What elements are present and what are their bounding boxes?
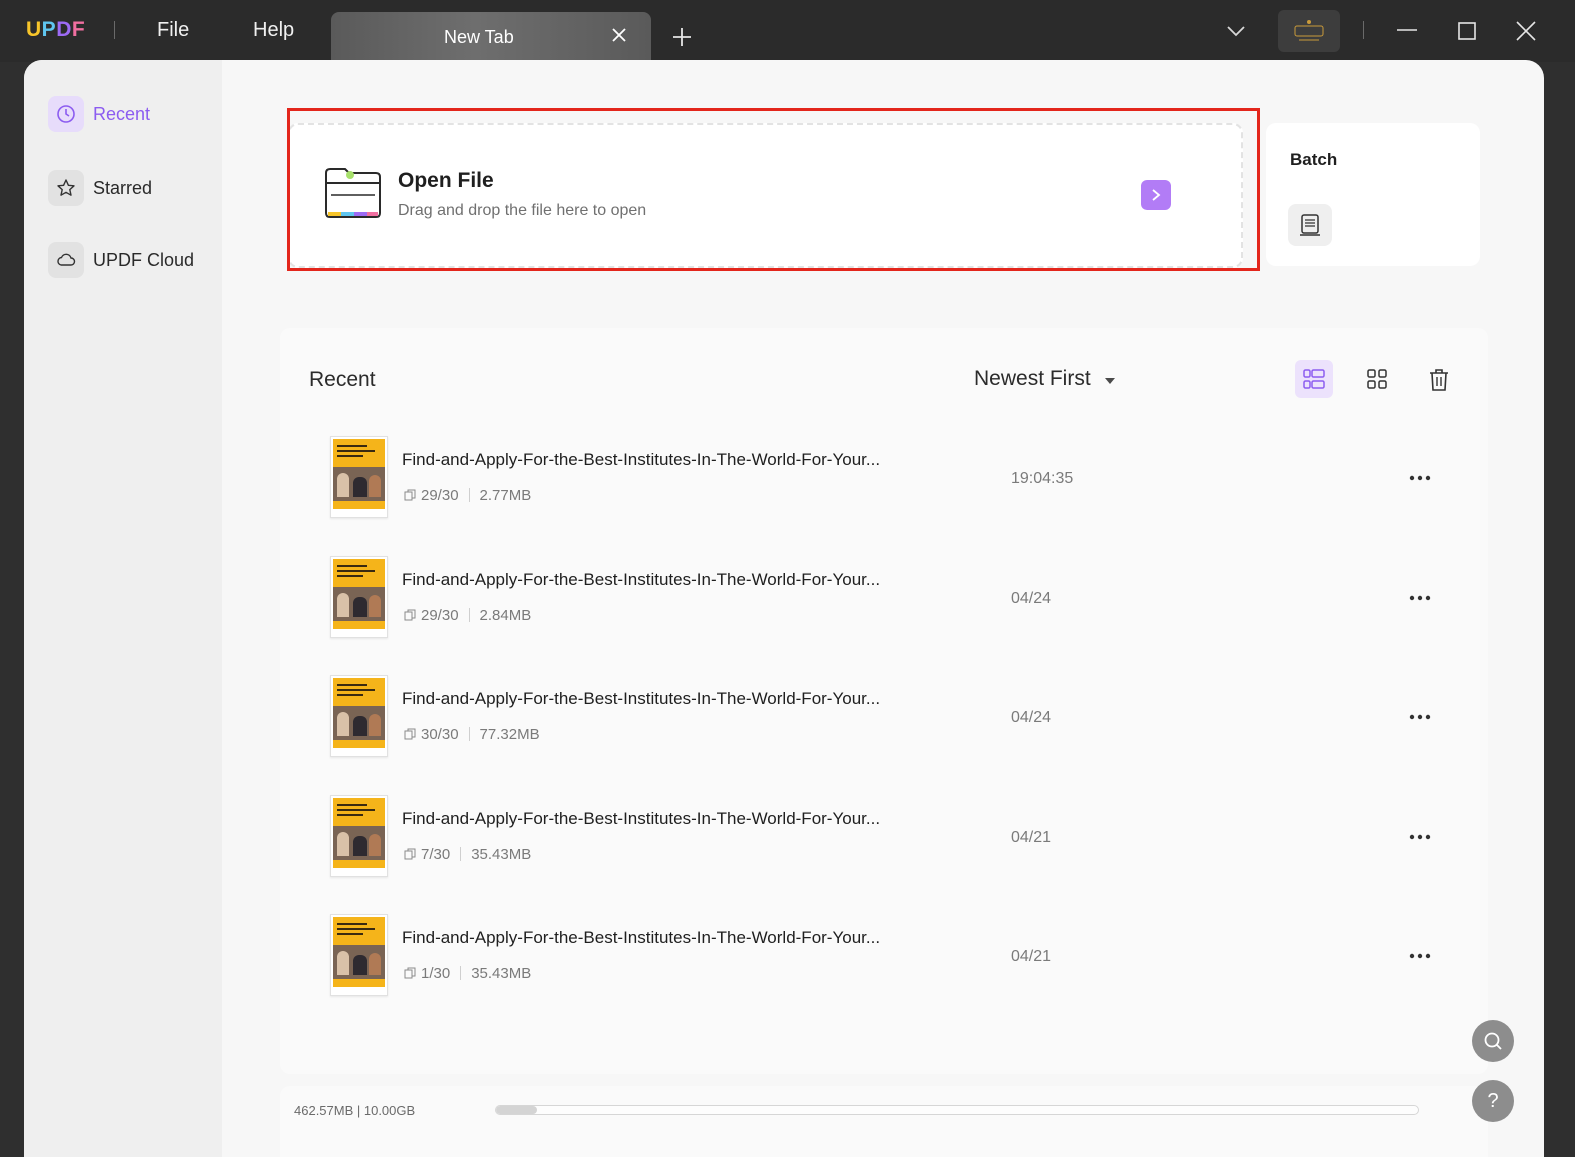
more-options-icon[interactable]: [1408, 713, 1432, 721]
batch-stack-icon: [1300, 214, 1320, 236]
file-size: 2.84MB: [479, 607, 532, 624]
file-name: Find-and-Apply-For-the-Best-Institutes-I…: [402, 928, 881, 947]
file-row[interactable]: Find-and-Apply-For-the-Best-Institutes-I…: [328, 914, 1458, 1004]
open-file-subtitle: Drag and drop the file here to open: [398, 202, 647, 219]
pdf-thumbnail: [330, 914, 388, 996]
page-count: 1/30: [421, 965, 451, 982]
file-meta: 29/30 2.84MB: [404, 607, 531, 624]
delete-button[interactable]: [1420, 360, 1458, 398]
chevron-right-icon: [1152, 189, 1161, 201]
file-date: 19:04:35: [1011, 470, 1074, 487]
star-icon: [48, 170, 84, 206]
close-window-icon[interactable]: [1513, 18, 1539, 44]
file-meta: 29/30 2.77MB: [404, 487, 531, 504]
batch-title: Batch: [1290, 150, 1338, 169]
account-avatar[interactable]: [1278, 10, 1340, 52]
search-button[interactable]: [1472, 1020, 1514, 1062]
sidebar-item-label: UPDF Cloud: [93, 250, 195, 270]
sidebar-item-label: Starred: [93, 178, 153, 198]
recent-heading: Recent: [309, 368, 376, 391]
tab-title: New Tab: [444, 27, 514, 47]
file-row[interactable]: Find-and-Apply-For-the-Best-Institutes-I…: [328, 436, 1458, 526]
more-options-icon[interactable]: [1408, 833, 1432, 841]
file-name: Find-and-Apply-For-the-Best-Institutes-I…: [402, 570, 881, 589]
storage-progress-fill: [496, 1106, 538, 1114]
add-tab-icon[interactable]: [671, 26, 693, 48]
file-meta: 7/30 35.43MB: [404, 846, 531, 863]
page-count: 30/30: [421, 726, 459, 743]
pages-icon: [404, 609, 416, 621]
file-date: 04/24: [1011, 590, 1052, 607]
file-name: Find-and-Apply-For-the-Best-Institutes-I…: [402, 689, 881, 708]
file-row[interactable]: Find-and-Apply-For-the-Best-Institutes-I…: [328, 556, 1458, 646]
help-menu[interactable]: Help: [253, 19, 294, 42]
page-count: 29/30: [421, 487, 459, 504]
file-date: 04/21: [1011, 948, 1052, 965]
app-window: Recent Starred UPDF Cloud Open File Drag…: [24, 60, 1544, 1157]
chevron-down-icon[interactable]: [1225, 22, 1247, 40]
batch-card: Batch: [1266, 123, 1480, 266]
pdf-thumbnail: [330, 436, 388, 518]
file-name: Find-and-Apply-For-the-Best-Institutes-I…: [402, 809, 881, 828]
file-name: Find-and-Apply-For-the-Best-Institutes-I…: [402, 450, 881, 469]
trash-icon: [1430, 369, 1448, 391]
titlebar-divider: [114, 21, 115, 39]
folder-icon: [325, 168, 381, 218]
storage-bar: 462.57MB | 10.00GB: [280, 1086, 1488, 1157]
storage-progress: [495, 1105, 1419, 1115]
page-count: 7/30: [421, 846, 451, 863]
minimize-icon[interactable]: [1394, 18, 1420, 44]
list-view-button[interactable]: [1295, 360, 1333, 398]
pages-icon: [404, 848, 416, 860]
help-button[interactable]: ?: [1472, 1080, 1514, 1122]
open-file-button[interactable]: [1141, 180, 1171, 210]
file-date: 04/24: [1011, 709, 1052, 726]
titlebar-divider: [1363, 21, 1364, 39]
sidebar-item-updf-cloud[interactable]: UPDF Cloud: [48, 242, 208, 282]
more-options-icon[interactable]: [1408, 952, 1432, 960]
page-count: 29/30: [421, 607, 459, 624]
file-date: 04/21: [1011, 829, 1052, 846]
sidebar: Recent Starred UPDF Cloud: [24, 60, 222, 1157]
pages-icon: [404, 728, 416, 740]
open-file-dropzone[interactable]: Open File Drag and drop the file here to…: [288, 123, 1243, 268]
search-icon: [1484, 1032, 1502, 1050]
pdf-thumbnail: [330, 795, 388, 877]
grid-view-button[interactable]: [1358, 360, 1396, 398]
file-row[interactable]: Find-and-Apply-For-the-Best-Institutes-I…: [328, 795, 1458, 885]
batch-button[interactable]: [1288, 204, 1332, 246]
more-options-icon[interactable]: [1408, 474, 1432, 482]
title-bar: UPDF File Help New Tab: [0, 0, 1575, 62]
open-file-title: Open File: [398, 169, 494, 192]
pages-icon: [404, 489, 416, 501]
file-meta: 30/30 77.32MB: [404, 726, 540, 743]
cloud-icon: [48, 242, 84, 278]
sidebar-item-label: Recent: [93, 104, 151, 124]
close-tab-icon[interactable]: [609, 25, 629, 45]
file-menu[interactable]: File: [157, 19, 189, 42]
sort-dropdown[interactable]: Newest First: [974, 367, 1091, 391]
file-size: 77.32MB: [479, 726, 540, 743]
grid-view-icon: [1367, 369, 1387, 389]
recent-files-panel: Recent Newest First Find-and-Apply-For-t…: [280, 328, 1488, 1074]
pdf-thumbnail: [330, 675, 388, 757]
maximize-icon[interactable]: [1454, 18, 1480, 44]
file-size: 35.43MB: [471, 846, 532, 863]
clock-icon: [48, 96, 84, 132]
file-row[interactable]: Find-and-Apply-For-the-Best-Institutes-I…: [328, 675, 1458, 765]
pdf-thumbnail: [330, 556, 388, 638]
more-options-icon[interactable]: [1408, 594, 1432, 602]
file-size: 2.77MB: [479, 487, 532, 504]
caret-down-icon[interactable]: [1104, 377, 1116, 385]
list-view-icon: [1303, 369, 1325, 389]
sidebar-item-starred[interactable]: Starred: [48, 170, 208, 210]
file-meta: 1/30 35.43MB: [404, 965, 531, 982]
pages-icon: [404, 967, 416, 979]
file-size: 35.43MB: [471, 965, 532, 982]
tab-new-tab[interactable]: New Tab: [331, 12, 651, 62]
updf-logo: UPDF: [26, 18, 86, 41]
sidebar-item-recent[interactable]: Recent: [48, 96, 208, 136]
storage-usage-text: 462.57MB | 10.00GB: [294, 1103, 416, 1118]
